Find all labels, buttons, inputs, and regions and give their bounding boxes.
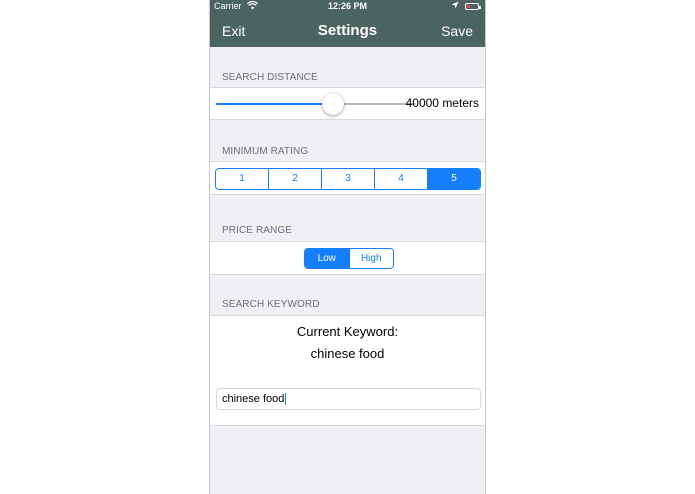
minimum-rating-row: 1 2 3 4 5 xyxy=(210,161,485,195)
status-bar: Carrier 12:26 PM xyxy=(210,0,485,14)
section-header-minimum-rating: MINIMUM RATING xyxy=(222,146,309,157)
price-segment-high[interactable]: High xyxy=(348,249,393,268)
battery-level xyxy=(467,5,470,8)
rating-segment-5[interactable]: 5 xyxy=(427,169,480,189)
section-header-search-distance: SEARCH DISTANCE xyxy=(222,72,318,83)
distance-slider-track[interactable] xyxy=(216,103,416,105)
rating-segment-4[interactable]: 4 xyxy=(374,169,427,189)
rating-segment-1[interactable]: 1 xyxy=(216,169,268,189)
current-keyword-value: chinese food xyxy=(310,346,385,361)
settings-screen: Carrier 12:26 PM Exit Settings Save SEAR… xyxy=(209,0,486,494)
distance-slider-fill xyxy=(216,103,332,105)
text-caret xyxy=(285,393,287,406)
navigation-bar: Exit Settings Save xyxy=(210,14,485,47)
save-button[interactable]: Save xyxy=(441,23,473,39)
keyword-input[interactable]: chinese food xyxy=(216,388,481,410)
price-segmented-control: Low High xyxy=(304,248,394,269)
section-header-search-keyword: SEARCH KEYWORD xyxy=(222,299,320,310)
location-arrow-icon xyxy=(451,1,459,11)
section-header-price-range: PRICE RANGE xyxy=(222,225,293,236)
distance-slider-thumb[interactable] xyxy=(322,93,344,115)
price-segment-low[interactable]: Low xyxy=(305,249,349,268)
battery-nub xyxy=(479,5,481,9)
keyword-input-text: chinese food xyxy=(222,393,285,405)
status-time: 12:26 PM xyxy=(327,1,368,11)
battery-low-icon xyxy=(465,3,481,10)
rating-segment-2[interactable]: 2 xyxy=(268,169,321,189)
price-range-row: Low High xyxy=(210,241,485,275)
rating-segment-3[interactable]: 3 xyxy=(321,169,374,189)
distance-value: 40000 meters xyxy=(405,96,479,110)
search-distance-row: 40000 meters xyxy=(210,87,485,120)
rating-segmented-control: 1 2 3 4 5 xyxy=(215,168,481,190)
search-keyword-row: Current Keyword: chinese food chinese fo… xyxy=(210,315,485,426)
current-keyword-label: Current Keyword: xyxy=(296,324,399,339)
